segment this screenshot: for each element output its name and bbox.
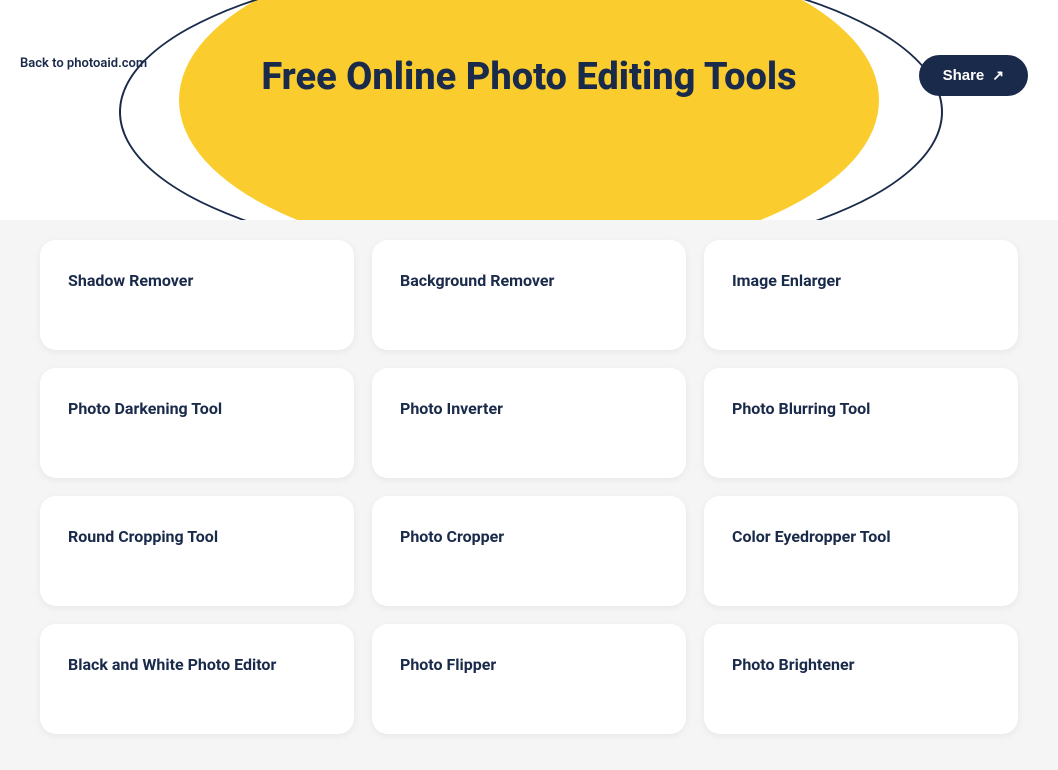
- tool-card-label: Photo Blurring Tool: [732, 398, 870, 420]
- tool-card-label: Photo Inverter: [400, 398, 503, 420]
- tool-card[interactable]: Photo Flipper: [372, 624, 686, 734]
- header-content: Back to photoaid.com Free Online Photo E…: [0, 0, 1058, 220]
- tool-card[interactable]: Photo Inverter: [372, 368, 686, 478]
- tool-card[interactable]: Color Eyedropper Tool: [704, 496, 1018, 606]
- tool-card[interactable]: Photo Brightener: [704, 624, 1018, 734]
- tool-card-label: Round Cropping Tool: [68, 526, 218, 548]
- share-label: Share: [943, 67, 985, 84]
- tool-card[interactable]: Shadow Remover: [40, 240, 354, 350]
- back-link[interactable]: Back to photoaid.com: [20, 55, 147, 73]
- share-button[interactable]: Share ↗: [919, 55, 1028, 96]
- tool-card-label: Image Enlarger: [732, 270, 841, 292]
- tool-card[interactable]: Photo Blurring Tool: [704, 368, 1018, 478]
- tool-card-label: Photo Cropper: [400, 526, 504, 548]
- tool-card[interactable]: Black and White Photo Editor: [40, 624, 354, 734]
- page-title: Free Online Photo Editing Tools: [261, 55, 796, 101]
- tool-card[interactable]: Background Remover: [372, 240, 686, 350]
- tool-card-label: Color Eyedropper Tool: [732, 526, 891, 548]
- tool-card-label: Photo Brightener: [732, 654, 854, 676]
- tools-grid: Shadow Remover Background Remover Image En…: [0, 220, 1058, 764]
- header: Back to photoaid.com Free Online Photo E…: [0, 0, 1058, 220]
- tool-card-label: Black and White Photo Editor: [68, 654, 276, 676]
- tool-card-label: Background Remover: [400, 270, 554, 292]
- tool-card-label: Shadow Remover: [68, 270, 193, 292]
- tool-card-label: Photo Flipper: [400, 654, 496, 676]
- share-icon: ↗: [992, 67, 1004, 84]
- tool-card[interactable]: Image Enlarger: [704, 240, 1018, 350]
- tool-card[interactable]: Round Cropping Tool: [40, 496, 354, 606]
- tool-card-label: Photo Darkening Tool: [68, 398, 222, 420]
- tool-card[interactable]: Photo Cropper: [372, 496, 686, 606]
- tool-card[interactable]: Photo Darkening Tool: [40, 368, 354, 478]
